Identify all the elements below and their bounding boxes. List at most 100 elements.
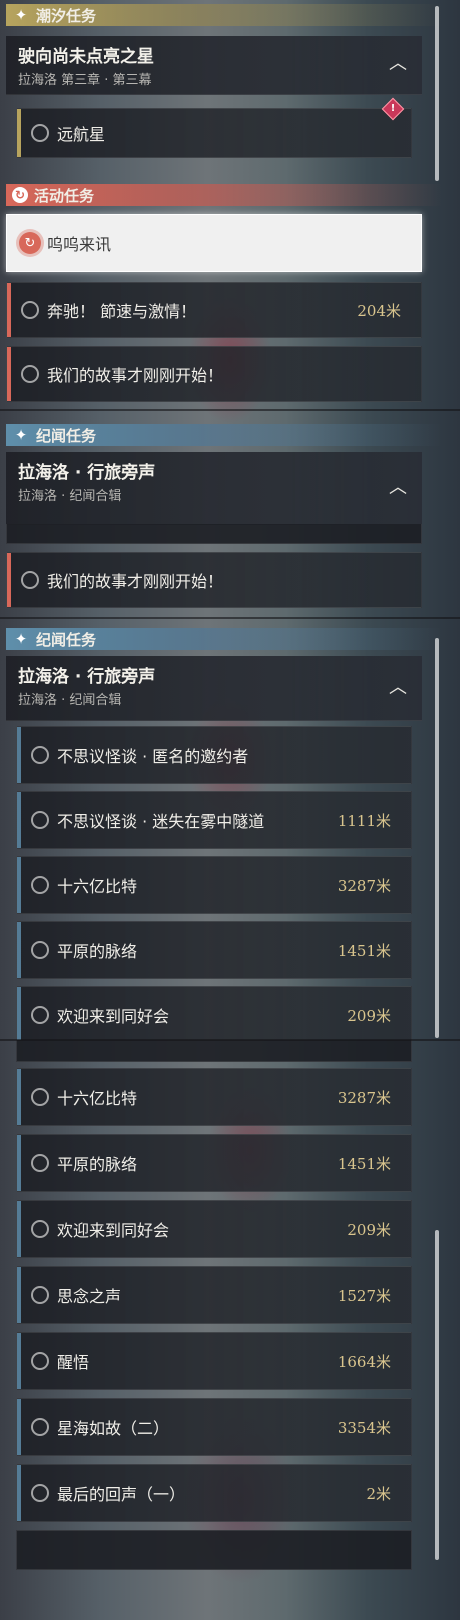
quest-accent bbox=[7, 347, 11, 401]
quest-item-selected[interactable]: ↻ 呜呜来讯 bbox=[6, 214, 422, 272]
quest-distance: 3354米 bbox=[337, 1418, 391, 1437]
track-ring-icon[interactable] bbox=[21, 571, 39, 589]
quest-panel-story: ✦ 纪闻任务 拉海洛 · 行旅旁声 拉海洛 · 纪闻合辑 ︿ 不思议怪谈 · 匿… bbox=[0, 618, 445, 1040]
quest-distance: 1451米 bbox=[337, 1154, 391, 1173]
quest-name: 不思议怪谈 · 迷失在雾中隧道 bbox=[57, 812, 265, 831]
quest-item[interactable]: 不思议怪谈 · 匿名的邀约者 bbox=[16, 726, 412, 784]
quest-item[interactable]: 欢迎来到同好会 209米 bbox=[16, 1200, 412, 1258]
section-divider bbox=[0, 409, 460, 411]
quest-distance: 2米 bbox=[366, 1484, 391, 1503]
quest-panel-top: ✦ 潮汐任务 驶向尚未点亮之星 拉海洛 第三章 · 第三幕 ︿ 远航星 ! ↻ … bbox=[0, 0, 445, 410]
section-divider bbox=[0, 617, 460, 619]
group-title: 拉海洛 · 行旅旁声 bbox=[18, 667, 156, 687]
scrollbar[interactable] bbox=[435, 6, 439, 181]
category-event-header: ↻ 活动任务 bbox=[6, 184, 442, 206]
category-label: 活动任务 bbox=[34, 186, 95, 205]
quest-item[interactable]: 奔驰！ 節速与激情！ 204米 bbox=[6, 282, 422, 338]
tracking-refresh-icon: ↻ bbox=[19, 232, 41, 254]
track-ring-icon[interactable] bbox=[31, 876, 49, 894]
quest-item-stub bbox=[16, 1530, 412, 1570]
quest-distance: 1527米 bbox=[337, 1286, 391, 1305]
quest-name: 十六亿比特 bbox=[57, 1089, 138, 1108]
group-subtitle: 拉海洛 · 纪闻合辑 bbox=[18, 693, 122, 708]
quest-item[interactable]: 远航星 ! bbox=[16, 97, 412, 158]
quest-distance: 1664米 bbox=[337, 1352, 391, 1371]
quest-accent bbox=[17, 1399, 21, 1455]
quest-name: 欢迎来到同好会 bbox=[57, 1007, 170, 1026]
track-ring-icon[interactable] bbox=[31, 1418, 49, 1436]
quest-panel-middle: ✦ 纪闻任务 拉海洛 · 行旅旁声 拉海洛 · 纪闻合辑 ︿ 我们的故事才刚刚开… bbox=[0, 410, 445, 618]
quest-accent bbox=[17, 1333, 21, 1389]
quest-name: 欢迎来到同好会 bbox=[57, 1221, 170, 1240]
quest-name: 醒悟 bbox=[57, 1353, 90, 1372]
quest-name: 奔驰！ 節速与激情！ bbox=[47, 302, 197, 321]
quest-item[interactable]: 平原的脉络 1451米 bbox=[16, 1134, 412, 1192]
category-story-header: ✦ 纪闻任务 bbox=[6, 628, 442, 650]
quest-item-stub bbox=[6, 524, 422, 544]
category-label: 纪闻任务 bbox=[36, 426, 97, 445]
quest-distance: 3287米 bbox=[337, 1088, 391, 1107]
group-tide[interactable]: 驶向尚未点亮之星 拉海洛 第三章 · 第三幕 ︿ bbox=[6, 36, 422, 95]
track-ring-icon[interactable] bbox=[31, 1484, 49, 1502]
quest-accent bbox=[17, 109, 21, 157]
group-story[interactable]: 拉海洛 · 行旅旁声 拉海洛 · 纪闻合辑 ︿ bbox=[6, 452, 422, 525]
quest-name: 不思议怪谈 · 匿名的邀约者 bbox=[57, 747, 249, 766]
quest-item[interactable]: 醒悟 1664米 bbox=[16, 1332, 412, 1390]
quest-name: 呜呜来讯 bbox=[47, 235, 112, 254]
quest-accent bbox=[17, 1135, 21, 1191]
quest-accent bbox=[17, 1465, 21, 1521]
quest-item[interactable]: 不思议怪谈 · 迷失在雾中隧道 1111米 bbox=[16, 791, 412, 849]
track-ring-icon[interactable] bbox=[31, 124, 49, 142]
category-label: 纪闻任务 bbox=[36, 630, 97, 649]
track-ring-icon[interactable] bbox=[31, 1286, 49, 1304]
track-ring-icon[interactable] bbox=[31, 1352, 49, 1370]
quest-item[interactable]: 思念之声 1527米 bbox=[16, 1266, 412, 1324]
quest-distance: 209米 bbox=[347, 1220, 391, 1239]
quest-name: 平原的脉络 bbox=[57, 942, 138, 961]
quest-accent bbox=[17, 1201, 21, 1257]
group-story[interactable]: 拉海洛 · 行旅旁声 拉海洛 · 纪闻合辑 ︿ bbox=[6, 656, 422, 721]
group-subtitle: 拉海洛 第三章 · 第三幕 bbox=[18, 73, 152, 88]
track-ring-icon[interactable] bbox=[31, 1220, 49, 1238]
quest-distance: 1111米 bbox=[337, 811, 391, 830]
track-ring-icon[interactable] bbox=[31, 1006, 49, 1024]
quest-accent bbox=[7, 283, 11, 337]
chevron-up-icon[interactable]: ︿ bbox=[388, 54, 408, 74]
quest-name: 思念之声 bbox=[57, 1287, 122, 1306]
track-ring-icon[interactable] bbox=[31, 811, 49, 829]
quest-item[interactable]: 平原的脉络 1451米 bbox=[16, 921, 412, 979]
quest-item[interactable]: 最后的回声（一） 2米 bbox=[16, 1464, 412, 1522]
quest-item[interactable]: 星海如故（二） 3354米 bbox=[16, 1398, 412, 1456]
track-ring-icon[interactable] bbox=[31, 1154, 49, 1172]
quest-accent bbox=[17, 922, 21, 978]
group-title: 拉海洛 · 行旅旁声 bbox=[18, 463, 156, 483]
scrollbar[interactable] bbox=[435, 638, 439, 1038]
quest-item[interactable]: 我们的故事才刚刚开始！ bbox=[6, 552, 422, 608]
quest-name: 我们的故事才刚刚开始！ bbox=[47, 366, 224, 385]
chevron-up-icon[interactable]: ︿ bbox=[388, 678, 408, 698]
track-ring-icon[interactable] bbox=[31, 941, 49, 959]
quest-accent bbox=[17, 792, 21, 848]
section-divider bbox=[0, 1039, 460, 1041]
quest-name: 十六亿比特 bbox=[57, 877, 138, 896]
quest-accent bbox=[7, 553, 11, 607]
sparkle-icon: ✦ bbox=[14, 6, 28, 24]
quest-item[interactable]: 十六亿比特 3287米 bbox=[16, 856, 412, 914]
track-ring-icon[interactable] bbox=[21, 365, 39, 383]
track-ring-icon[interactable] bbox=[31, 746, 49, 764]
scrollbar[interactable] bbox=[435, 1230, 439, 1560]
quest-item[interactable]: 欢迎来到同好会 209米 bbox=[16, 986, 412, 1040]
alert-diamond-icon: ! bbox=[381, 97, 405, 121]
quest-item[interactable]: 十六亿比特 3287米 bbox=[16, 1068, 412, 1126]
quest-item[interactable]: 我们的故事才刚刚开始！ bbox=[6, 346, 422, 402]
quest-distance: 209米 bbox=[347, 1006, 391, 1025]
quest-name: 最后的回声（一） bbox=[57, 1485, 186, 1504]
chevron-up-icon[interactable]: ︿ bbox=[388, 478, 408, 498]
quest-distance: 204米 bbox=[357, 301, 401, 320]
track-ring-icon[interactable] bbox=[21, 301, 39, 319]
quest-accent bbox=[17, 1069, 21, 1125]
quest-name: 我们的故事才刚刚开始！ bbox=[47, 572, 224, 591]
group-title: 驶向尚未点亮之星 bbox=[18, 47, 154, 67]
quest-item-stub bbox=[16, 1040, 412, 1062]
track-ring-icon[interactable] bbox=[31, 1088, 49, 1106]
